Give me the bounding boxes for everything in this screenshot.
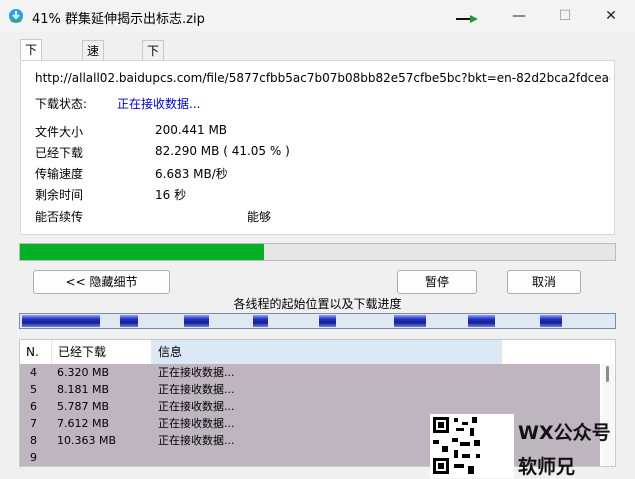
column-info[interactable]: 信息 (152, 340, 502, 364)
thread-segment (22, 315, 100, 327)
row-n: 5 (30, 383, 37, 396)
thread-segment (468, 315, 495, 327)
minimize-button[interactable]: — (496, 0, 542, 32)
row-n: 6 (30, 400, 37, 413)
download-url: http://allall02.baidupcs.com/file/5877cf… (35, 71, 610, 85)
row-downloaded: 10.363 MB (57, 434, 117, 447)
file-size-label: 文件大小 (35, 125, 84, 139)
tab-completion-options[interactable]: 下载完成选项 (142, 40, 165, 158)
row-info: 正在接收数据... (158, 366, 235, 379)
row-n: 9 (30, 451, 37, 464)
thread-segment (319, 315, 336, 327)
download-progress-bar (19, 243, 616, 261)
table-row[interactable]: 4 6.320 MB 正在接收数据... (20, 364, 600, 381)
thread-segment (184, 315, 209, 327)
thread-progress-bar (19, 313, 616, 329)
download-app-icon (9, 9, 23, 23)
downloaded-value: 82.290 MB ( 41.05 % ) (155, 144, 290, 158)
remaining-time-value: 16 秒 (155, 188, 187, 202)
speed-label: 传输速度 (35, 167, 84, 181)
remaining-time-label: 剩余时间 (35, 188, 84, 202)
thread-segment (394, 315, 426, 327)
vertical-scrollbar[interactable] (602, 364, 614, 466)
watermark-text-line1: WX公众号 (518, 422, 611, 444)
status-value: 正在接收数据... (117, 97, 201, 111)
row-n: 4 (30, 366, 37, 379)
row-info: 正在接收数据... (158, 383, 235, 396)
maximize-button[interactable]: ☐ (542, 0, 588, 32)
row-downloaded: 6.320 MB (57, 366, 110, 379)
pause-button[interactable]: 暂停 (397, 270, 477, 294)
tab-download-status[interactable]: 下载状态 (20, 39, 43, 117)
row-downloaded: 8.181 MB (57, 383, 110, 396)
thread-segment (540, 315, 562, 327)
file-size-value: 200.441 MB (155, 123, 228, 137)
row-downloaded: 5.787 MB (57, 400, 110, 413)
status-panel: http://allall02.baidupcs.com/file/5877cf… (20, 60, 615, 235)
row-info: 正在接收数据... (158, 400, 235, 413)
row-n: 8 (30, 434, 37, 447)
row-info: 正在接收数据... (158, 434, 235, 447)
window-title: 41% 群集延伸揭示出标志.zip (32, 12, 205, 27)
watermark-text-line2: 软师兄 (518, 456, 576, 478)
downloaded-label: 已经下载 (35, 146, 84, 160)
list-header: N. 已经下载 信息 (20, 340, 615, 364)
resume-label: 能否续传 (35, 210, 84, 224)
column-downloaded[interactable]: 已经下载 (52, 340, 152, 364)
tab-speed-limit[interactable]: 速度限制 (82, 40, 105, 118)
thread-segment (120, 315, 138, 327)
scroll-thumb[interactable] (606, 366, 609, 382)
table-row[interactable]: 5 8.181 MB 正在接收数据... (20, 381, 600, 398)
threads-caption: 各线程的起始位置以及下载进度 (233, 297, 402, 311)
status-label: 下载状态: (35, 97, 88, 111)
row-info: 正在接收数据... (158, 417, 235, 430)
hide-details-button[interactable]: << 隐藏细节 (33, 270, 170, 294)
progress-fill (20, 244, 265, 260)
row-downloaded: 7.612 MB (57, 417, 110, 430)
table-row[interactable]: 6 5.787 MB 正在接收数据... (20, 398, 600, 415)
resume-value: 能够 (247, 210, 272, 224)
qr-code-icon (430, 414, 514, 478)
title-bar: 41% 群集延伸揭示出标志.zip — ☐ ✕ (0, 0, 635, 32)
row-n: 7 (30, 417, 37, 430)
thread-list[interactable]: N. 已经下载 信息 4 6.320 MB 正在接收数据... 5 8.181 … (19, 339, 616, 467)
cancel-button[interactable]: 取消 (507, 270, 581, 294)
arrow-right-icon[interactable] (456, 14, 478, 24)
speed-value: 6.683 MB/秒 (155, 167, 228, 181)
column-n[interactable]: N. (20, 340, 52, 364)
close-button[interactable]: ✕ (588, 0, 634, 32)
thread-segment (253, 315, 268, 327)
